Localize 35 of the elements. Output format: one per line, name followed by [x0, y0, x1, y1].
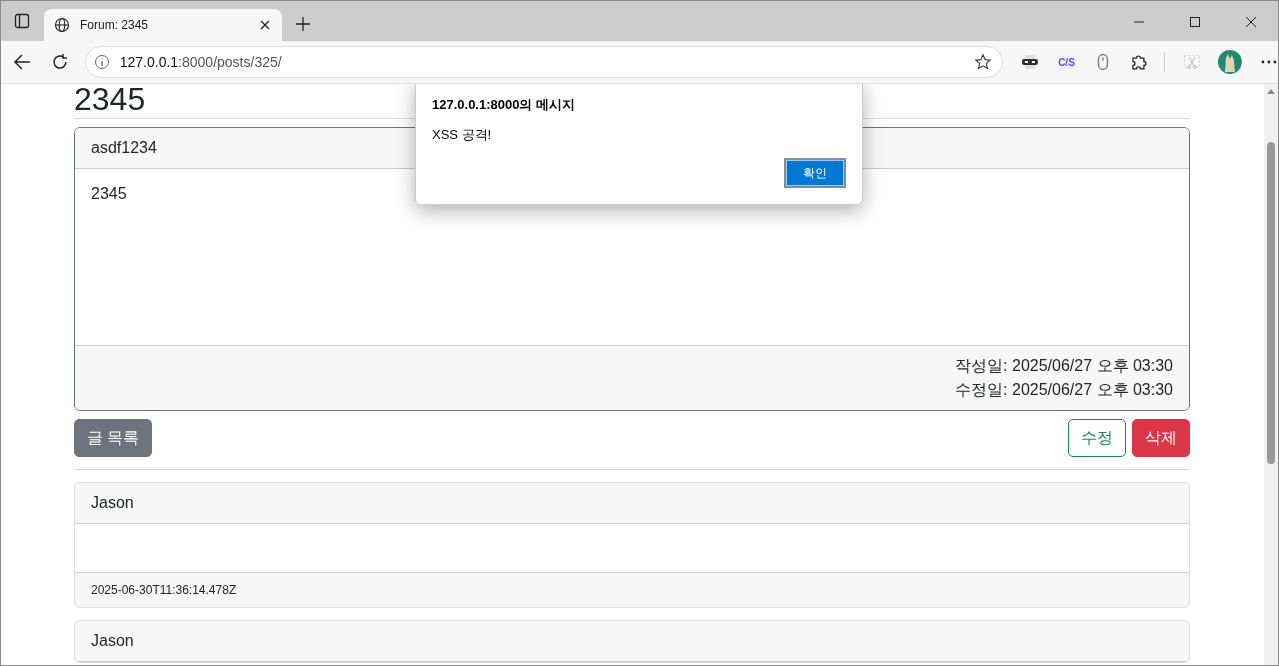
- dialog-message: XSS 공격!: [432, 126, 493, 144]
- puzzle-icon[interactable]: [1129, 53, 1148, 71]
- post-date: 수정일: 2025/06/27 오후 03:30: [955, 380, 1173, 400]
- post-author: asdf1234: [91, 139, 157, 157]
- avatar-icon[interactable]: [1218, 50, 1243, 74]
- comment-timestamp: 2025-06-30T11:36:14.478Z: [91, 583, 237, 597]
- comment-author: Jason: [91, 632, 134, 650]
- address-bar[interactable]: 127.0.0.1:8000/posts/325/: [84, 46, 1004, 78]
- extension-icon[interactable]: C/S: [1057, 55, 1076, 69]
- star-icon[interactable]: [974, 53, 993, 71]
- tab-title: Forum: 2345: [80, 18, 150, 32]
- globe-icon: [54, 17, 70, 33]
- comment-author: Jason: [91, 494, 134, 512]
- scrollbar[interactable]: [1264, 84, 1278, 665]
- mask-icon[interactable]: [1021, 53, 1040, 71]
- url-host: 127.0.0.1: [119, 54, 179, 70]
- back-icon[interactable]: [13, 53, 31, 71]
- maximize-icon[interactable]: [1190, 17, 1200, 27]
- url-path: :8000/posts/325/: [178, 54, 282, 70]
- list-button[interactable]: 글 목록: [74, 419, 153, 457]
- ok-button[interactable]: 확인: [784, 158, 846, 188]
- info-icon[interactable]: [93, 54, 110, 70]
- post-body: 2345: [91, 185, 127, 202]
- post-title: 2345: [74, 84, 146, 118]
- reload-icon[interactable]: [50, 53, 69, 71]
- dialog-title: 127.0.0.1:8000의 메시지: [432, 96, 577, 114]
- post-date: 작성일: 2025/06/27 오후 03:30: [955, 356, 1173, 376]
- close-window-icon[interactable]: [1246, 17, 1256, 27]
- scroll-up-icon[interactable]: [1267, 88, 1275, 94]
- close-tab-icon[interactable]: [260, 20, 270, 30]
- new-tab-icon[interactable]: [296, 17, 310, 31]
- edit-button[interactable]: 수정: [1068, 419, 1126, 457]
- browser-tab[interactable]: Forum: 2345: [44, 9, 282, 41]
- delete-button[interactable]: 삭제: [1132, 419, 1190, 457]
- tab-actions-icon[interactable]: [14, 13, 30, 29]
